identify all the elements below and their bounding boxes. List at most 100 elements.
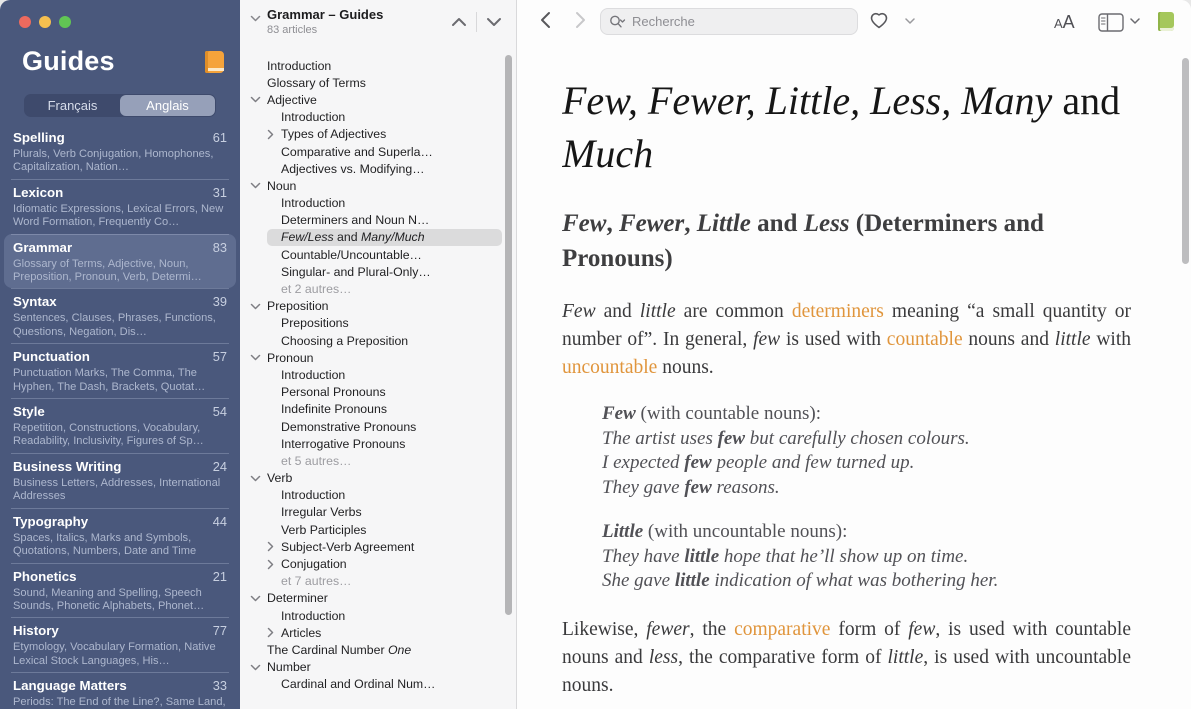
tree-row[interactable]: Types of Adjectives (240, 126, 502, 143)
text-size-large-a: A (1063, 12, 1075, 32)
example-line: She gave little indication of what was b… (602, 569, 1131, 594)
tree-row[interactable]: Pronoun (240, 349, 502, 366)
tree-row[interactable]: Glossary of Terms (240, 74, 502, 91)
category-title-row: Punctuation 57 (13, 348, 227, 365)
category-title-row: Lexicon 31 (13, 184, 227, 201)
tree-row[interactable]: Introduction (240, 109, 502, 126)
category-subtitle: Glossary of Terms, Adjective, Noun, Prep… (13, 258, 227, 285)
favorite-chevron-icon[interactable] (905, 18, 915, 24)
category-list-item[interactable]: Spelling 61 Plurals, Verb Conjugation, H… (4, 124, 236, 179)
reader-scrollbar-thumb[interactable] (1182, 58, 1189, 264)
language-option-anglais[interactable]: Anglais (120, 95, 215, 116)
category-list-item[interactable]: Lexicon 31 Idiomatic Expressions, Lexica… (4, 179, 236, 234)
tree-row[interactable]: Number (240, 659, 502, 676)
category-list-item[interactable]: Language Matters 33 Periods: The End of … (4, 672, 236, 709)
category-title-row: Phonetics 21 (13, 568, 227, 585)
category-count-badge: 57 (213, 348, 227, 365)
disclosure-right-icon[interactable] (267, 129, 281, 140)
tree-row[interactable]: Choosing a Preposition (240, 332, 502, 349)
tree-row[interactable]: Interrogative Pronouns (240, 435, 502, 452)
inline-link[interactable]: comparative (734, 619, 830, 640)
tree-row[interactable]: Adjective (240, 91, 502, 108)
language-option-francais[interactable]: Français (25, 95, 120, 116)
category-count-badge: 83 (213, 239, 227, 256)
disclosure-down-icon[interactable] (249, 354, 267, 361)
tree-row[interactable]: Prepositions (240, 315, 502, 332)
panel-collapse-chevron-icon[interactable] (250, 15, 261, 22)
disclosure-down-icon[interactable] (249, 182, 267, 189)
tree-row[interactable]: Subject-Verb Agreement (240, 538, 502, 555)
search-field[interactable] (600, 8, 858, 35)
tree-row[interactable]: et 5 autres… (240, 452, 502, 469)
articles-panel-title: Grammar – Guides (267, 7, 383, 22)
disclosure-down-icon[interactable] (249, 664, 267, 671)
tree-row[interactable]: Demonstrative Pronouns (240, 418, 502, 435)
tree-row[interactable]: Introduction (240, 487, 502, 504)
app-title: Guides (22, 46, 115, 77)
disclosure-down-icon[interactable] (249, 96, 267, 103)
tree-row[interactable]: Conjugation (240, 555, 502, 572)
inline-link[interactable]: uncountable (562, 357, 657, 378)
tree-row[interactable]: Indefinite Pronouns (240, 401, 502, 418)
sidebar: Guides Français Anglais Spelling 61 Plur… (0, 0, 240, 709)
disclosure-down-icon[interactable] (249, 595, 267, 602)
text-size-button[interactable]: AA (1054, 12, 1075, 33)
tree-row[interactable]: Verb Participles (240, 521, 502, 538)
tree-row[interactable]: Countable/Uncountable… (240, 246, 502, 263)
articles-scrollbar-thumb[interactable] (505, 55, 512, 615)
disclosure-right-icon[interactable] (267, 559, 281, 570)
tree-row[interactable]: Introduction (240, 366, 502, 383)
language-toggle: Français Anglais (24, 94, 216, 117)
tree-row[interactable]: Introduction (240, 195, 502, 212)
category-list-item[interactable]: Typography 44 Spaces, Italics, Marks and… (4, 508, 236, 563)
tree-row-label: The Cardinal Number One (267, 643, 411, 657)
search-input[interactable] (630, 13, 849, 30)
layout-chevron-icon[interactable] (1130, 18, 1140, 24)
tree-row[interactable]: Singular- and Plural-Only… (240, 263, 502, 280)
back-button[interactable] (540, 11, 551, 29)
tree-row[interactable]: et 7 autres… (240, 573, 502, 590)
zoom-window-button[interactable] (59, 16, 71, 28)
close-window-button[interactable] (19, 16, 31, 28)
nav-divider (476, 12, 477, 32)
layout-view-button[interactable] (1098, 13, 1124, 32)
tree-row[interactable]: Determiners and Noun N… (240, 212, 502, 229)
category-list-item[interactable]: Punctuation 57 Punctuation Marks, The Co… (4, 343, 236, 398)
category-list-item[interactable]: History 77 Etymology, Vocabulary Formati… (4, 617, 236, 672)
disclosure-right-icon[interactable] (267, 627, 281, 638)
tree-row[interactable]: Adjectives vs. Modifying… (240, 160, 502, 177)
tree-row-selected[interactable]: Few/Less and Many/Much (267, 229, 502, 246)
inline-link[interactable]: countable (887, 329, 963, 350)
category-list-item[interactable]: Phonetics 21 Sound, Meaning and Spelling… (4, 563, 236, 618)
tree-row[interactable]: Noun (240, 177, 502, 194)
category-subtitle: Idiomatic Expressions, Lexical Errors, N… (13, 203, 227, 230)
tree-row[interactable]: Personal Pronouns (240, 384, 502, 401)
tree-row[interactable]: The Cardinal Number One (240, 641, 502, 658)
tree-row[interactable]: Introduction (240, 607, 502, 624)
article-nav-buttons (451, 11, 502, 33)
category-list-item[interactable]: Style 54 Repetition, Constructions, Voca… (4, 398, 236, 453)
tree-row[interactable]: et 2 autres… (240, 280, 502, 297)
favorite-heart-button[interactable] (869, 12, 889, 29)
content-example: Little (with uncountable nouns):They hav… (602, 520, 1131, 594)
previous-article-button[interactable] (451, 17, 467, 27)
green-book-icon[interactable] (1158, 12, 1174, 31)
tree-row[interactable]: Verb (240, 470, 502, 487)
category-list-item[interactable]: Syntax 39 Sentences, Clauses, Phrases, F… (4, 288, 236, 343)
inline-link[interactable]: determiners (792, 301, 884, 322)
disclosure-right-icon[interactable] (267, 541, 281, 552)
disclosure-down-icon[interactable] (249, 475, 267, 482)
next-article-button[interactable] (486, 17, 502, 27)
tree-row[interactable]: Determiner (240, 590, 502, 607)
tree-row[interactable]: Preposition (240, 298, 502, 315)
category-list-item-selected[interactable]: Grammar 83 Glossary of Terms, Adjective,… (4, 234, 236, 289)
category-list-item[interactable]: Business Writing 24 Business Letters, Ad… (4, 453, 236, 508)
disclosure-down-icon[interactable] (249, 303, 267, 310)
tree-row[interactable]: Introduction (240, 57, 502, 74)
minimize-window-button[interactable] (39, 16, 51, 28)
tree-row[interactable]: Articles (240, 624, 502, 641)
tree-row[interactable]: Comparative and Superla… (240, 143, 502, 160)
forward-button[interactable] (575, 11, 586, 29)
tree-row[interactable]: Irregular Verbs (240, 504, 502, 521)
tree-row[interactable]: Cardinal and Ordinal Num… (240, 676, 502, 693)
